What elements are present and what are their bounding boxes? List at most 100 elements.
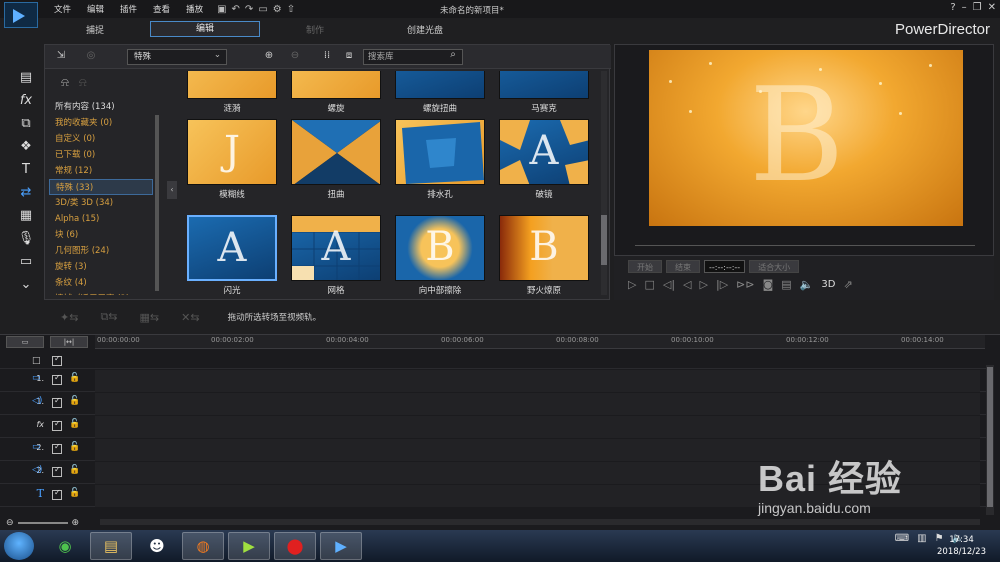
remove-tag-icon[interactable]: ⍾ [79,75,87,89]
category-item[interactable]: 几何图形 (24) [49,243,153,259]
timeline-scroll-thumb[interactable] [987,367,993,507]
lock-icon[interactable]: 🔓 [69,373,80,383]
transition-tile[interactable]: 扭曲 [291,119,381,201]
subtitle-room-icon[interactable]: ▭ [8,250,44,273]
settings-icon[interactable]: ⚙ [273,4,282,15]
upload-icon[interactable]: ⇧ [287,4,295,15]
grid-view-icon[interactable]: ⁞⁞ [321,50,333,62]
transition-tile[interactable]: 螺旋扭曲 [395,71,485,115]
library-scroll-thumb[interactable] [601,215,607,265]
lock-icon[interactable]: 🔓 [69,419,80,429]
timeline-hscrollbar[interactable] [100,519,980,525]
transition-tile[interactable]: 马赛克 [499,71,589,115]
step-back-icon[interactable]: ◁ [683,278,691,291]
audio-mix-icon[interactable]: ▦ [8,204,44,227]
firefox-icon[interactable]: ◍ [182,532,224,560]
aspect-ratio-icon[interactable]: ▭ [258,4,267,15]
close-icon[interactable]: ✕ [988,2,996,13]
category-item[interactable]: 自定义 (0) [49,131,153,147]
transition-tile[interactable]: 涟漪 [187,71,277,115]
mark-out-button[interactable]: 结束 [666,260,700,273]
track-enable-checkbox[interactable] [52,442,62,454]
menu-file[interactable]: 文件 [46,3,79,15]
track-manager-button[interactable]: ▭ [6,336,44,348]
fit-timeline-button[interactable]: |↔| [50,336,88,348]
redo-icon[interactable]: ↷ [245,4,253,15]
track-lane[interactable] [95,393,980,415]
undo-icon[interactable]: ↶ [232,4,240,15]
category-item[interactable]: Alpha (15) [49,211,153,227]
media-app-icon[interactable]: ▶ [228,532,270,560]
category-item[interactable]: 特殊 (33) [49,179,153,195]
category-item[interactable]: 常规 (12) [49,163,153,179]
snapshot-icon[interactable]: ◙ [763,278,774,291]
lock-icon[interactable]: 🔓 [69,442,80,452]
category-item[interactable]: 条纹 (4) [49,275,153,291]
minimize-icon[interactable]: – [962,2,967,13]
category-item[interactable]: 所有内容 (134) [49,99,153,115]
track-enable-checkbox[interactable] [52,373,62,385]
recorder-icon[interactable]: ⬤ [274,532,316,560]
track-enable-checkbox[interactable] [52,465,62,477]
tab-produce[interactable]: 制作 [260,23,370,36]
step-forward-icon[interactable]: ▷ [700,278,708,291]
volume-icon[interactable]: 🔈 [800,278,814,291]
transition-tile[interactable]: 螺旋 [291,71,381,115]
apply-transition-icon[interactable]: ✦⇆ [60,311,78,324]
master-enable-checkbox[interactable] [52,354,62,366]
remove-icon[interactable]: ⊖ [289,50,301,62]
transition-room-icon[interactable]: ⇄ [8,181,44,204]
category-item[interactable]: 擦拭（适用于高 (2) [49,291,153,295]
zoom-out-icon[interactable]: ⊖ [6,518,14,528]
tab-edit[interactable]: 编辑 [150,21,260,37]
lock-icon[interactable]: 🔓 [69,396,80,406]
particle-room-icon[interactable]: ❖ [8,135,44,158]
download-icon[interactable]: ◎ [85,50,97,62]
zoom-in-icon[interactable]: ⊕ [72,518,80,528]
add-tag-icon[interactable]: ⍾ [61,75,69,89]
category-item[interactable]: 我的收藏夹 (0) [49,115,153,131]
category-item[interactable]: 已下载 (0) [49,147,153,163]
category-scrollbar[interactable] [155,115,159,291]
subtitle-icon[interactable]: ▤ [781,278,791,291]
restore-icon[interactable]: ❐ [973,2,982,13]
menu-view[interactable]: 查看 [145,3,178,15]
fast-forward-icon[interactable]: ⊳⊳ [736,278,754,291]
transition-tile[interactable]: 排水孔 [395,119,485,201]
previous-frame-icon[interactable]: ◁| [663,278,675,291]
tab-create-disc[interactable]: 创建光盘 [370,23,480,36]
help-icon[interactable]: ? [950,2,955,13]
overlap-transition-icon[interactable]: ▦⇆ [140,311,160,324]
cross-transition-icon[interactable]: ✕⇆ [181,311,199,324]
transition-tile-selected[interactable]: A 闪光 [187,215,277,297]
search-icon[interactable]: ⌕ [447,49,459,61]
zoom-slider[interactable] [17,522,68,524]
import-icon[interactable]: ⇲ [55,50,67,62]
voice-record-icon[interactable]: 🎙 [8,227,44,250]
fx-room-icon[interactable]: fx [8,89,44,112]
timecode-display[interactable]: --:--:--:-- [704,260,746,273]
start-button[interactable] [4,532,34,560]
track-enable-checkbox[interactable] [52,488,62,500]
powerdirector-icon[interactable]: ▶ [320,532,362,560]
mark-in-button[interactable]: 开始 [628,260,662,273]
file-explorer-icon[interactable]: ▤ [90,532,132,560]
browser-360-icon[interactable]: ◉ [44,532,86,560]
track-lane[interactable] [95,416,980,438]
category-item[interactable]: 旋转 (3) [49,259,153,275]
category-select[interactable]: 特殊 [127,48,227,65]
menu-plugins[interactable]: 插件 [112,3,145,15]
network-icon[interactable]: ▥ [917,533,926,544]
tab-capture[interactable]: 捕捉 [40,23,150,36]
select-all-icon[interactable]: □ [32,356,41,366]
stop-icon[interactable]: □ [644,278,654,291]
time-ruler[interactable]: 00:00:00:00 00:00:02:00 00:00:04:00 00:0… [95,335,985,349]
pip-room-icon[interactable]: ⧉ [8,112,44,135]
add-favorite-icon[interactable]: ⊕ [263,50,275,62]
play-icon[interactable]: ▷ [628,278,636,291]
media-room-icon[interactable]: ▤ [8,66,44,89]
track-lane[interactable] [95,370,980,392]
3d-mode-button[interactable]: 3D [821,279,835,290]
transition-tile[interactable]: J 模糊线 [187,119,277,201]
transition-tile[interactable]: A 破镜 [499,119,589,201]
